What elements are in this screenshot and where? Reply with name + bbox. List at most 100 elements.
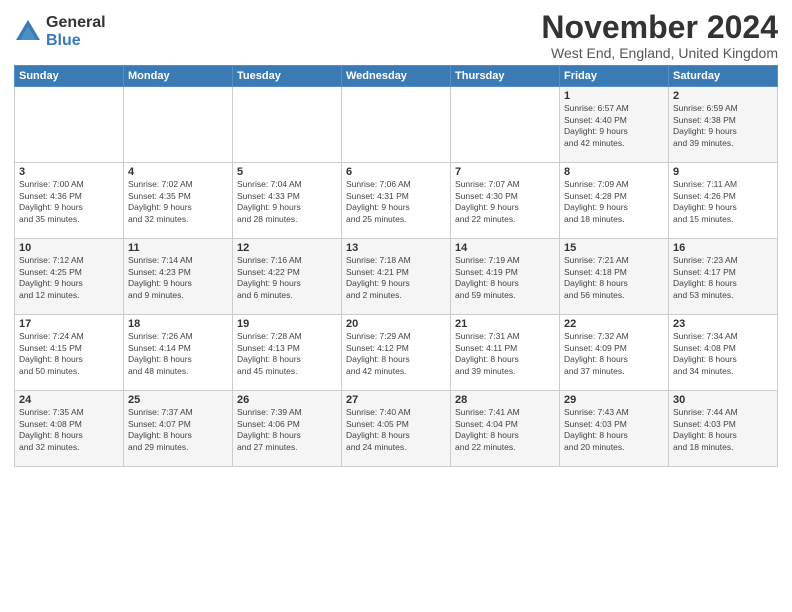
- day-number: 27: [346, 394, 446, 406]
- cell-w2-d5: 7Sunrise: 7:07 AM Sunset: 4:30 PM Daylig…: [451, 163, 560, 239]
- cell-w5-d7: 30Sunrise: 7:44 AM Sunset: 4:03 PM Dayli…: [669, 391, 778, 467]
- cell-w1-d2: [124, 87, 233, 163]
- day-number: 19: [237, 318, 337, 330]
- day-info: Sunrise: 7:21 AM Sunset: 4:18 PM Dayligh…: [564, 255, 664, 301]
- cell-w1-d7: 2Sunrise: 6:59 AM Sunset: 4:38 PM Daylig…: [669, 87, 778, 163]
- day-info: Sunrise: 7:37 AM Sunset: 4:07 PM Dayligh…: [128, 407, 228, 453]
- day-number: 15: [564, 242, 664, 254]
- day-info: Sunrise: 7:24 AM Sunset: 4:15 PM Dayligh…: [19, 331, 119, 377]
- day-number: 4: [128, 166, 228, 178]
- day-number: 11: [128, 242, 228, 254]
- header-monday: Monday: [124, 66, 233, 87]
- month-title: November 2024: [541, 10, 778, 45]
- day-info: Sunrise: 7:26 AM Sunset: 4:14 PM Dayligh…: [128, 331, 228, 377]
- cell-w2-d4: 6Sunrise: 7:06 AM Sunset: 4:31 PM Daylig…: [342, 163, 451, 239]
- header-row: Sunday Monday Tuesday Wednesday Thursday…: [15, 66, 778, 87]
- day-info: Sunrise: 7:41 AM Sunset: 4:04 PM Dayligh…: [455, 407, 555, 453]
- cell-w3-d3: 12Sunrise: 7:16 AM Sunset: 4:22 PM Dayli…: [233, 239, 342, 315]
- header-friday: Friday: [560, 66, 669, 87]
- calendar-table: Sunday Monday Tuesday Wednesday Thursday…: [14, 65, 778, 467]
- day-number: 9: [673, 166, 773, 178]
- logo-blue-text: Blue: [46, 32, 106, 50]
- day-info: Sunrise: 7:44 AM Sunset: 4:03 PM Dayligh…: [673, 407, 773, 453]
- day-number: 6: [346, 166, 446, 178]
- page: General Blue November 2024 West End, Eng…: [0, 0, 792, 612]
- day-number: 18: [128, 318, 228, 330]
- day-info: Sunrise: 7:19 AM Sunset: 4:19 PM Dayligh…: [455, 255, 555, 301]
- day-info: Sunrise: 7:12 AM Sunset: 4:25 PM Dayligh…: [19, 255, 119, 301]
- day-info: Sunrise: 7:23 AM Sunset: 4:17 PM Dayligh…: [673, 255, 773, 301]
- day-number: 29: [564, 394, 664, 406]
- day-number: 7: [455, 166, 555, 178]
- cell-w1-d6: 1Sunrise: 6:57 AM Sunset: 4:40 PM Daylig…: [560, 87, 669, 163]
- cell-w3-d4: 13Sunrise: 7:18 AM Sunset: 4:21 PM Dayli…: [342, 239, 451, 315]
- day-info: Sunrise: 7:18 AM Sunset: 4:21 PM Dayligh…: [346, 255, 446, 301]
- cell-w3-d5: 14Sunrise: 7:19 AM Sunset: 4:19 PM Dayli…: [451, 239, 560, 315]
- day-number: 20: [346, 318, 446, 330]
- cell-w2-d2: 4Sunrise: 7:02 AM Sunset: 4:35 PM Daylig…: [124, 163, 233, 239]
- day-info: Sunrise: 7:28 AM Sunset: 4:13 PM Dayligh…: [237, 331, 337, 377]
- day-number: 12: [237, 242, 337, 254]
- cell-w5-d1: 24Sunrise: 7:35 AM Sunset: 4:08 PM Dayli…: [15, 391, 124, 467]
- calendar-header: Sunday Monday Tuesday Wednesday Thursday…: [15, 66, 778, 87]
- cell-w2-d1: 3Sunrise: 7:00 AM Sunset: 4:36 PM Daylig…: [15, 163, 124, 239]
- header-thursday: Thursday: [451, 66, 560, 87]
- day-info: Sunrise: 7:00 AM Sunset: 4:36 PM Dayligh…: [19, 179, 119, 225]
- day-number: 25: [128, 394, 228, 406]
- week-row-2: 3Sunrise: 7:00 AM Sunset: 4:36 PM Daylig…: [15, 163, 778, 239]
- day-number: 21: [455, 318, 555, 330]
- day-number: 26: [237, 394, 337, 406]
- cell-w2-d6: 8Sunrise: 7:09 AM Sunset: 4:28 PM Daylig…: [560, 163, 669, 239]
- day-info: Sunrise: 7:35 AM Sunset: 4:08 PM Dayligh…: [19, 407, 119, 453]
- day-number: 2: [673, 90, 773, 102]
- cell-w5-d2: 25Sunrise: 7:37 AM Sunset: 4:07 PM Dayli…: [124, 391, 233, 467]
- week-row-5: 24Sunrise: 7:35 AM Sunset: 4:08 PM Dayli…: [15, 391, 778, 467]
- header-sunday: Sunday: [15, 66, 124, 87]
- logo: General Blue: [14, 14, 106, 49]
- day-info: Sunrise: 7:29 AM Sunset: 4:12 PM Dayligh…: [346, 331, 446, 377]
- logo-icon: [14, 18, 42, 46]
- cell-w3-d7: 16Sunrise: 7:23 AM Sunset: 4:17 PM Dayli…: [669, 239, 778, 315]
- header-tuesday: Tuesday: [233, 66, 342, 87]
- day-number: 5: [237, 166, 337, 178]
- cell-w4-d2: 18Sunrise: 7:26 AM Sunset: 4:14 PM Dayli…: [124, 315, 233, 391]
- cell-w3-d1: 10Sunrise: 7:12 AM Sunset: 4:25 PM Dayli…: [15, 239, 124, 315]
- cell-w2-d3: 5Sunrise: 7:04 AM Sunset: 4:33 PM Daylig…: [233, 163, 342, 239]
- cell-w1-d5: [451, 87, 560, 163]
- day-info: Sunrise: 7:34 AM Sunset: 4:08 PM Dayligh…: [673, 331, 773, 377]
- day-number: 3: [19, 166, 119, 178]
- cell-w5-d3: 26Sunrise: 7:39 AM Sunset: 4:06 PM Dayli…: [233, 391, 342, 467]
- cell-w5-d4: 27Sunrise: 7:40 AM Sunset: 4:05 PM Dayli…: [342, 391, 451, 467]
- day-info: Sunrise: 7:40 AM Sunset: 4:05 PM Dayligh…: [346, 407, 446, 453]
- cell-w5-d6: 29Sunrise: 7:43 AM Sunset: 4:03 PM Dayli…: [560, 391, 669, 467]
- title-block: November 2024 West End, England, United …: [541, 10, 778, 61]
- cell-w4-d7: 23Sunrise: 7:34 AM Sunset: 4:08 PM Dayli…: [669, 315, 778, 391]
- day-number: 16: [673, 242, 773, 254]
- week-row-4: 17Sunrise: 7:24 AM Sunset: 4:15 PM Dayli…: [15, 315, 778, 391]
- day-number: 13: [346, 242, 446, 254]
- cell-w4-d3: 19Sunrise: 7:28 AM Sunset: 4:13 PM Dayli…: [233, 315, 342, 391]
- day-info: Sunrise: 7:31 AM Sunset: 4:11 PM Dayligh…: [455, 331, 555, 377]
- cell-w1-d4: [342, 87, 451, 163]
- cell-w1-d1: [15, 87, 124, 163]
- calendar-body: 1Sunrise: 6:57 AM Sunset: 4:40 PM Daylig…: [15, 87, 778, 467]
- day-info: Sunrise: 7:11 AM Sunset: 4:26 PM Dayligh…: [673, 179, 773, 225]
- day-info: Sunrise: 7:04 AM Sunset: 4:33 PM Dayligh…: [237, 179, 337, 225]
- day-number: 1: [564, 90, 664, 102]
- cell-w4-d6: 22Sunrise: 7:32 AM Sunset: 4:09 PM Dayli…: [560, 315, 669, 391]
- day-info: Sunrise: 7:02 AM Sunset: 4:35 PM Dayligh…: [128, 179, 228, 225]
- location: West End, England, United Kingdom: [541, 45, 778, 61]
- header-saturday: Saturday: [669, 66, 778, 87]
- day-info: Sunrise: 6:57 AM Sunset: 4:40 PM Dayligh…: [564, 103, 664, 149]
- day-info: Sunrise: 7:39 AM Sunset: 4:06 PM Dayligh…: [237, 407, 337, 453]
- day-number: 30: [673, 394, 773, 406]
- header-wednesday: Wednesday: [342, 66, 451, 87]
- logo-text: General Blue: [46, 14, 106, 49]
- day-info: Sunrise: 7:16 AM Sunset: 4:22 PM Dayligh…: [237, 255, 337, 301]
- day-number: 28: [455, 394, 555, 406]
- cell-w1-d3: [233, 87, 342, 163]
- day-info: Sunrise: 7:32 AM Sunset: 4:09 PM Dayligh…: [564, 331, 664, 377]
- day-number: 24: [19, 394, 119, 406]
- cell-w3-d6: 15Sunrise: 7:21 AM Sunset: 4:18 PM Dayli…: [560, 239, 669, 315]
- day-info: Sunrise: 7:06 AM Sunset: 4:31 PM Dayligh…: [346, 179, 446, 225]
